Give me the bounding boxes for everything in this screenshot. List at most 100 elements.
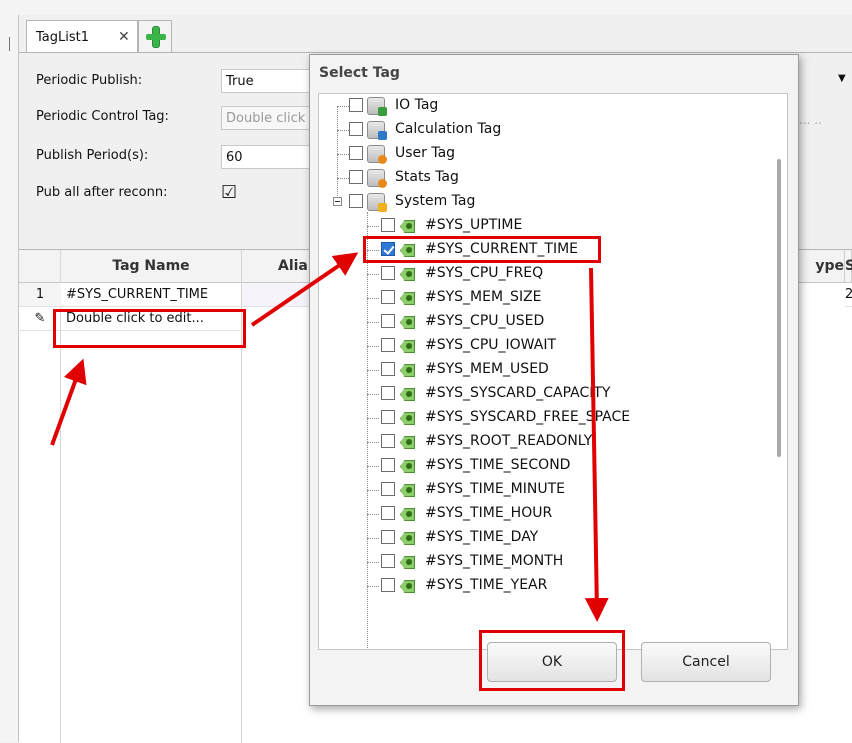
tag-tree[interactable]: IO Tag Calculation Tag User Tag Stats Ta… <box>318 93 788 650</box>
stats-tag-checkbox[interactable] <box>349 170 363 184</box>
tree-item-label: #SYS_CPU_USED <box>425 313 545 329</box>
tree-item-label: #SYS_CPU_IOWAIT <box>425 337 557 353</box>
tree-item-sys-time-hour[interactable]: #SYS_TIME_HOUR <box>319 503 759 525</box>
tree-item-sys-root-readonly[interactable]: #SYS_ROOT_READONLY <box>319 431 759 453</box>
tree-item-sys-syscard-capacity[interactable]: #SYS_SYSCARD_CAPACITY <box>319 383 759 405</box>
tree-node-io-tag[interactable]: IO Tag <box>319 95 759 117</box>
tag-icon <box>397 484 415 497</box>
tree-item-label: #SYS_TIME_SECOND <box>425 457 571 473</box>
tree-item-label: #SYS_SYSCARD_CAPACITY <box>425 385 611 401</box>
tag-icon <box>397 580 415 593</box>
pub-all-after-reconn-checkbox[interactable]: ☑ <box>221 184 239 202</box>
tag-icon <box>397 532 415 545</box>
sys-syscard-free-space-checkbox[interactable] <box>381 410 395 424</box>
add-tab-button[interactable] <box>138 20 172 52</box>
close-icon[interactable]: ✕ <box>118 29 130 45</box>
column-header-s[interactable]: S <box>845 250 852 283</box>
calculation-tag-checkbox[interactable] <box>349 122 363 136</box>
tree-item-label: #SYS_CPU_FREQ <box>425 265 544 281</box>
sys-mem-used-checkbox[interactable] <box>381 362 395 376</box>
tree-item-label: #SYS_MEM_USED <box>425 361 549 377</box>
tag-icon <box>397 220 415 233</box>
sys-root-readonly-checkbox[interactable] <box>381 434 395 448</box>
annotation-box-new-row <box>53 309 246 348</box>
tree-item-label: #SYS_SYSCARD_FREE_SPACE <box>425 409 631 425</box>
tree-item-sys-cpu-iowait[interactable]: #SYS_CPU_IOWAIT <box>319 335 759 357</box>
sys-cpu-freq-checkbox[interactable] <box>381 266 395 280</box>
annotation-box-current-time <box>363 236 601 263</box>
sys-time-second-checkbox[interactable] <box>381 458 395 472</box>
sys-time-day-checkbox[interactable] <box>381 530 395 544</box>
tag-icon <box>397 364 415 377</box>
tree-node-calculation-tag[interactable]: Calculation Tag <box>319 119 759 141</box>
tree-item-sys-uptime[interactable]: #SYS_UPTIME <box>319 215 759 237</box>
tag-icon <box>397 268 415 281</box>
tab-label: TagList1 <box>36 30 90 45</box>
tree-node-label: System Tag <box>395 193 476 209</box>
tree-item-sys-syscard-free-space[interactable]: #SYS_SYSCARD_FREE_SPACE <box>319 407 759 429</box>
sys-mem-size-checkbox[interactable] <box>381 290 395 304</box>
pub-all-after-reconn-label: Pub all after reconn: <box>36 185 168 200</box>
annotation-box-ok <box>479 630 625 691</box>
collapse-handle[interactable] <box>2 37 10 51</box>
periodic-publish-label: Periodic Publish: <box>36 73 143 88</box>
tag-icon <box>397 556 415 569</box>
table-cell-s[interactable]: 2 <box>845 283 852 307</box>
io-db-icon <box>367 97 387 116</box>
tree-item-sys-time-day[interactable]: #SYS_TIME_DAY <box>319 527 759 549</box>
ellipsis-button[interactable]: ... .. <box>799 113 822 127</box>
table-cell-tag-name[interactable]: #SYS_CURRENT_TIME <box>61 283 242 307</box>
sys-time-minute-checkbox[interactable] <box>381 482 395 496</box>
system-db-icon <box>367 193 387 212</box>
tree-item-sys-mem-used[interactable]: #SYS_MEM_USED <box>319 359 759 381</box>
tree-item-label: #SYS_TIME_MONTH <box>425 553 564 569</box>
system-tag-checkbox[interactable] <box>349 194 363 208</box>
tag-icon <box>397 316 415 329</box>
tree-item-sys-mem-size[interactable]: #SYS_MEM_SIZE <box>319 287 759 309</box>
tree-item-sys-time-second[interactable]: #SYS_TIME_SECOND <box>319 455 759 477</box>
dropdown-arrow-icon[interactable]: ▼ <box>838 73 846 84</box>
user-tag-checkbox[interactable] <box>349 146 363 160</box>
cancel-button[interactable]: Cancel <box>641 642 771 682</box>
select-tag-dialog: Select Tag IO Tag Calculation Tag User T… <box>309 54 799 706</box>
tree-item-label: #SYS_UPTIME <box>425 217 523 233</box>
sys-time-month-checkbox[interactable] <box>381 554 395 568</box>
calc-db-icon <box>367 121 387 140</box>
collapse-icon[interactable] <box>333 197 342 206</box>
tag-icon <box>397 412 415 425</box>
tree-node-label: Stats Tag <box>395 169 459 185</box>
column-header-tag-name[interactable]: Tag Name <box>61 250 242 283</box>
window-top-strip <box>0 0 852 16</box>
io-tag-checkbox[interactable] <box>349 98 363 112</box>
tree-item-sys-time-minute[interactable]: #SYS_TIME_MINUTE <box>319 479 759 501</box>
tree-item-label: #SYS_MEM_SIZE <box>425 289 542 305</box>
sys-cpu-iowait-checkbox[interactable] <box>381 338 395 352</box>
tree-node-stats-tag[interactable]: Stats Tag <box>319 167 759 189</box>
tree-item-sys-time-year[interactable]: #SYS_TIME_YEAR <box>319 575 759 597</box>
document-tab-bar: TagList1 ✕ <box>19 15 852 53</box>
left-gutter <box>0 15 19 742</box>
tree-item-sys-cpu-used[interactable]: #SYS_CPU_USED <box>319 311 759 333</box>
sys-time-hour-checkbox[interactable] <box>381 506 395 520</box>
tree-scrollbar[interactable] <box>777 159 781 457</box>
tree-node-user-tag[interactable]: User Tag <box>319 143 759 165</box>
publish-period-label: Publish Period(s): <box>36 148 149 163</box>
sys-uptime-checkbox[interactable] <box>381 218 395 232</box>
tree-node-system-tag[interactable]: System Tag <box>319 191 759 213</box>
tag-icon <box>397 340 415 353</box>
sys-syscard-capacity-checkbox[interactable] <box>381 386 395 400</box>
sys-time-year-checkbox[interactable] <box>381 578 395 592</box>
sys-cpu-used-checkbox[interactable] <box>381 314 395 328</box>
tag-icon <box>397 508 415 521</box>
tree-item-label: #SYS_TIME_MINUTE <box>425 481 565 497</box>
tree-item-label: #SYS_TIME_HOUR <box>425 505 553 521</box>
stats-db-icon <box>367 169 387 188</box>
tree-item-label: #SYS_TIME_DAY <box>425 529 539 545</box>
tab-taglist1[interactable]: TagList1 ✕ <box>26 20 138 52</box>
user-db-icon <box>367 145 387 164</box>
tree-item-sys-cpu-freq[interactable]: #SYS_CPU_FREQ <box>319 263 759 285</box>
plus-icon <box>146 27 166 47</box>
dialog-title: Select Tag <box>319 65 400 81</box>
tree-item-sys-time-month[interactable]: #SYS_TIME_MONTH <box>319 551 759 573</box>
tree-node-label: IO Tag <box>395 97 439 113</box>
